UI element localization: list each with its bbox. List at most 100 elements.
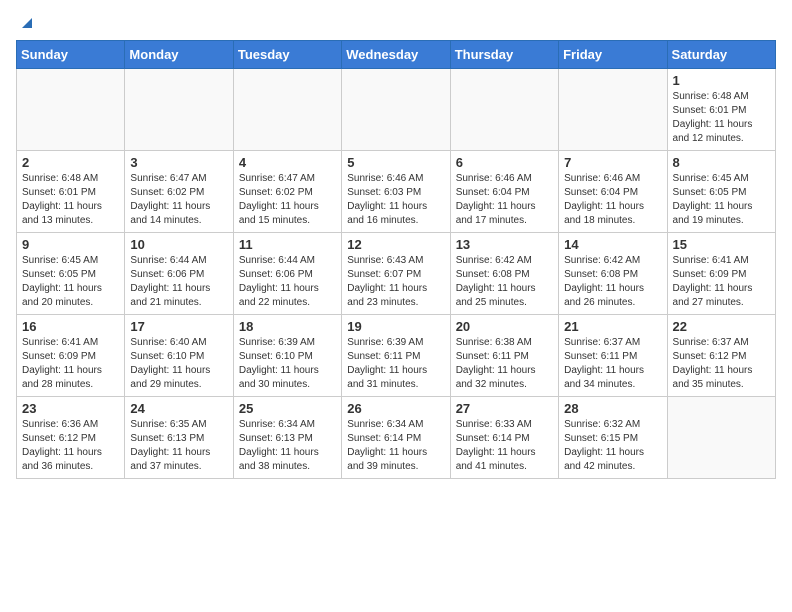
day-info: Sunrise: 6:34 AM Sunset: 6:14 PM Dayligh…	[347, 418, 444, 474]
day-info: Sunrise: 6:46 AM Sunset: 6:04 PM Dayligh…	[456, 172, 553, 228]
page-header	[16, 16, 776, 32]
calendar-body: 1Sunrise: 6:48 AM Sunset: 6:01 PM Daylig…	[17, 69, 776, 479]
calendar-day-cell	[450, 69, 558, 151]
calendar-day-cell: 15Sunrise: 6:41 AM Sunset: 6:09 PM Dayli…	[667, 233, 775, 315]
day-number: 25	[239, 401, 336, 416]
weekday-header: Sunday	[17, 41, 125, 69]
day-info: Sunrise: 6:38 AM Sunset: 6:11 PM Dayligh…	[456, 336, 553, 392]
calendar-day-cell: 12 Sunrise: 6:43 AM Sunset: 6:07 PM Dayli…	[342, 233, 450, 315]
weekday-header: Monday	[125, 41, 233, 69]
calendar-day-cell	[342, 69, 450, 151]
calendar-day-cell: 4 Sunrise: 6:47 AM Sunset: 6:02 PM Daylig…	[233, 151, 341, 233]
day-number: 28	[564, 401, 661, 416]
calendar-day-cell: 10 Sunrise: 6:44 AM Sunset: 6:06 PM Dayli…	[125, 233, 233, 315]
day-info: Sunrise: 6:42 AM Sunset: 6:08 PM Dayligh…	[564, 254, 661, 310]
day-number: 21	[564, 319, 661, 334]
day-info: Sunrise: 6:44 AM Sunset: 6:06 PM Dayligh…	[239, 254, 336, 310]
logo-triangle-icon	[18, 14, 36, 32]
day-number: 4	[239, 155, 336, 170]
day-number: 10	[130, 237, 227, 252]
day-number: 7	[564, 155, 661, 170]
day-info: Sunrise: 6:39 AM Sunset: 6:11 PM Dayligh…	[347, 336, 444, 392]
day-info: Sunrise: 6:39 AM Sunset: 6:10 PM Dayligh…	[239, 336, 336, 392]
weekday-header: Friday	[559, 41, 667, 69]
calendar-day-cell: 7 Sunrise: 6:46 AM Sunset: 6:04 PM Daylig…	[559, 151, 667, 233]
day-info: Sunrise: 6:47 AM Sunset: 6:02 PM Dayligh…	[130, 172, 227, 228]
day-number: 18	[239, 319, 336, 334]
day-number: 17	[130, 319, 227, 334]
calendar-day-cell: 20Sunrise: 6:38 AM Sunset: 6:11 PM Dayli…	[450, 315, 558, 397]
day-number: 6	[456, 155, 553, 170]
day-info: Sunrise: 6:32 AM Sunset: 6:15 PM Dayligh…	[564, 418, 661, 474]
day-number: 9	[22, 237, 119, 252]
day-info: Sunrise: 6:33 AM Sunset: 6:14 PM Dayligh…	[456, 418, 553, 474]
calendar-week-row: 16 Sunrise: 6:41 AM Sunset: 6:09 PM Dayli…	[17, 315, 776, 397]
calendar-day-cell: 14 Sunrise: 6:42 AM Sunset: 6:08 PM Dayli…	[559, 233, 667, 315]
weekday-header: Tuesday	[233, 41, 341, 69]
calendar-day-cell: 19 Sunrise: 6:39 AM Sunset: 6:11 PM Dayli…	[342, 315, 450, 397]
day-number: 14	[564, 237, 661, 252]
day-info: Sunrise: 6:46 AM Sunset: 6:03 PM Dayligh…	[347, 172, 444, 228]
calendar-day-cell: 1Sunrise: 6:48 AM Sunset: 6:01 PM Daylig…	[667, 69, 775, 151]
calendar-day-cell: 13 Sunrise: 6:42 AM Sunset: 6:08 PM Dayli…	[450, 233, 558, 315]
calendar-day-cell: 6 Sunrise: 6:46 AM Sunset: 6:04 PM Daylig…	[450, 151, 558, 233]
day-number: 3	[130, 155, 227, 170]
day-number: 11	[239, 237, 336, 252]
calendar-day-cell	[559, 69, 667, 151]
calendar-day-cell: 24 Sunrise: 6:35 AM Sunset: 6:13 PM Dayli…	[125, 397, 233, 479]
day-info: Sunrise: 6:45 AM Sunset: 6:05 PM Dayligh…	[673, 172, 770, 228]
calendar-week-row: 1Sunrise: 6:48 AM Sunset: 6:01 PM Daylig…	[17, 69, 776, 151]
day-number: 22	[673, 319, 770, 334]
day-info: Sunrise: 6:43 AM Sunset: 6:07 PM Dayligh…	[347, 254, 444, 310]
day-number: 24	[130, 401, 227, 416]
calendar-day-cell: 27Sunrise: 6:33 AM Sunset: 6:14 PM Dayli…	[450, 397, 558, 479]
calendar-day-cell: 8 Sunrise: 6:45 AM Sunset: 6:05 PM Daylig…	[667, 151, 775, 233]
logo	[16, 16, 36, 32]
calendar-day-cell	[17, 69, 125, 151]
day-info: Sunrise: 6:40 AM Sunset: 6:10 PM Dayligh…	[130, 336, 227, 392]
day-info: Sunrise: 6:45 AM Sunset: 6:05 PM Dayligh…	[22, 254, 119, 310]
calendar-day-cell: 21 Sunrise: 6:37 AM Sunset: 6:11 PM Dayli…	[559, 315, 667, 397]
calendar-day-cell: 18 Sunrise: 6:39 AM Sunset: 6:10 PM Dayli…	[233, 315, 341, 397]
day-info: Sunrise: 6:48 AM Sunset: 6:01 PM Dayligh…	[673, 90, 770, 146]
day-number: 8	[673, 155, 770, 170]
weekday-header: Thursday	[450, 41, 558, 69]
calendar-header: SundayMondayTuesdayWednesdayThursdayFrid…	[17, 41, 776, 69]
calendar-day-cell: 28 Sunrise: 6:32 AM Sunset: 6:15 PM Dayli…	[559, 397, 667, 479]
day-info: Sunrise: 6:44 AM Sunset: 6:06 PM Dayligh…	[130, 254, 227, 310]
calendar-day-cell	[233, 69, 341, 151]
calendar-day-cell	[125, 69, 233, 151]
day-info: Sunrise: 6:36 AM Sunset: 6:12 PM Dayligh…	[22, 418, 119, 474]
calendar-day-cell: 17 Sunrise: 6:40 AM Sunset: 6:10 PM Dayli…	[125, 315, 233, 397]
weekday-header: Saturday	[667, 41, 775, 69]
day-number: 23	[22, 401, 119, 416]
weekday-row: SundayMondayTuesdayWednesdayThursdayFrid…	[17, 41, 776, 69]
day-info: Sunrise: 6:41 AM Sunset: 6:09 PM Dayligh…	[22, 336, 119, 392]
day-info: Sunrise: 6:34 AM Sunset: 6:13 PM Dayligh…	[239, 418, 336, 474]
day-info: Sunrise: 6:35 AM Sunset: 6:13 PM Dayligh…	[130, 418, 227, 474]
day-number: 2	[22, 155, 119, 170]
calendar-day-cell: 16 Sunrise: 6:41 AM Sunset: 6:09 PM Dayli…	[17, 315, 125, 397]
calendar-table: SundayMondayTuesdayWednesdayThursdayFrid…	[16, 40, 776, 479]
day-number: 5	[347, 155, 444, 170]
calendar-day-cell: 2 Sunrise: 6:48 AM Sunset: 6:01 PM Daylig…	[17, 151, 125, 233]
day-number: 19	[347, 319, 444, 334]
day-info: Sunrise: 6:47 AM Sunset: 6:02 PM Dayligh…	[239, 172, 336, 228]
calendar-day-cell: 11 Sunrise: 6:44 AM Sunset: 6:06 PM Dayli…	[233, 233, 341, 315]
day-info: Sunrise: 6:37 AM Sunset: 6:11 PM Dayligh…	[564, 336, 661, 392]
calendar-week-row: 9 Sunrise: 6:45 AM Sunset: 6:05 PM Daylig…	[17, 233, 776, 315]
day-info: Sunrise: 6:42 AM Sunset: 6:08 PM Dayligh…	[456, 254, 553, 310]
day-info: Sunrise: 6:46 AM Sunset: 6:04 PM Dayligh…	[564, 172, 661, 228]
day-info: Sunrise: 6:41 AM Sunset: 6:09 PM Dayligh…	[673, 254, 770, 310]
calendar-week-row: 2 Sunrise: 6:48 AM Sunset: 6:01 PM Daylig…	[17, 151, 776, 233]
calendar-day-cell: 22Sunrise: 6:37 AM Sunset: 6:12 PM Dayli…	[667, 315, 775, 397]
day-number: 26	[347, 401, 444, 416]
calendar-day-cell	[667, 397, 775, 479]
calendar-day-cell: 23 Sunrise: 6:36 AM Sunset: 6:12 PM Dayli…	[17, 397, 125, 479]
day-info: Sunrise: 6:48 AM Sunset: 6:01 PM Dayligh…	[22, 172, 119, 228]
day-number: 16	[22, 319, 119, 334]
day-number: 12	[347, 237, 444, 252]
day-number: 13	[456, 237, 553, 252]
calendar-day-cell: 25 Sunrise: 6:34 AM Sunset: 6:13 PM Dayli…	[233, 397, 341, 479]
calendar-day-cell: 9 Sunrise: 6:45 AM Sunset: 6:05 PM Daylig…	[17, 233, 125, 315]
